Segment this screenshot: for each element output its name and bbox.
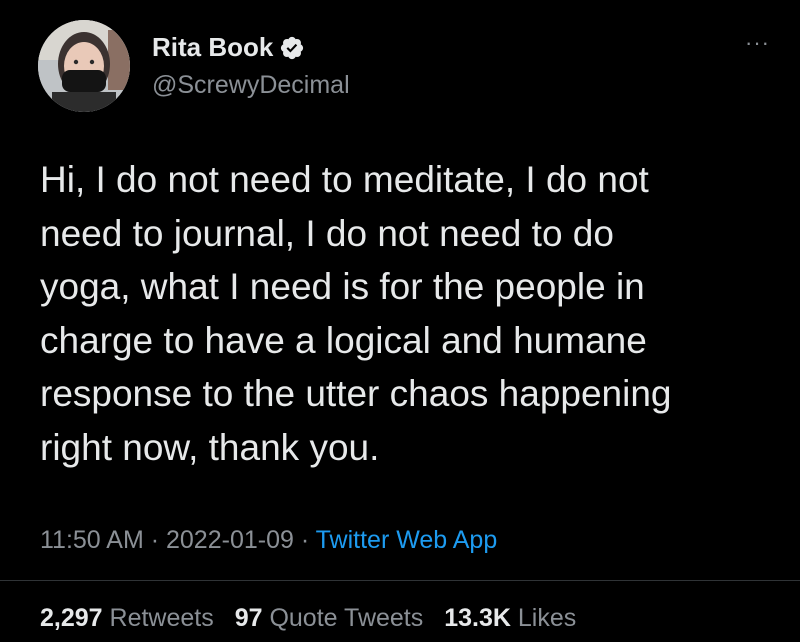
retweets-label: Retweets [109,604,214,632]
quote-tweets-count: 97 [234,604,263,632]
user-names: Rita Book @ScrewyDecimal [152,32,350,100]
quote-tweets-stat[interactable]: 97 Quote Tweets [235,604,424,632]
verified-badge-icon [279,35,305,61]
tweet-time[interactable]: 11:50 AM [40,526,144,554]
divider [0,580,800,581]
meta-separator: · [143,526,166,554]
tweet-meta: 11:50 AM · 2022-01-09 · Twitter Web App [40,526,497,555]
meta-separator: · [293,526,316,554]
retweets-count: 2,297 [40,604,103,632]
display-name-row[interactable]: Rita Book [152,32,350,63]
avatar-photo [38,20,130,112]
tweet-header: Rita Book @ScrewyDecimal ··· [38,20,770,112]
tweet-text: Hi, I do not need to meditate, I do not … [40,159,672,468]
likes-label: Likes [517,604,577,632]
avatar[interactable] [38,20,130,112]
quote-tweets-label: Quote Tweets [269,604,424,632]
tweet-date[interactable]: 2022-01-09 [166,526,294,554]
source-app-link[interactable]: Twitter Web App [316,526,498,554]
likes-stat[interactable]: 13.3K Likes [444,604,576,632]
more-options-icon[interactable]: ··· [745,30,770,56]
retweets-stat[interactable]: 2,297 Retweets [40,604,214,632]
display-name[interactable]: Rita Book [152,32,273,63]
user-handle[interactable]: @ScrewyDecimal [152,71,350,100]
likes-count: 13.3K [444,604,511,632]
tweet-stats: 2,297 Retweets 97 Quote Tweets 13.3K Lik… [40,604,590,633]
